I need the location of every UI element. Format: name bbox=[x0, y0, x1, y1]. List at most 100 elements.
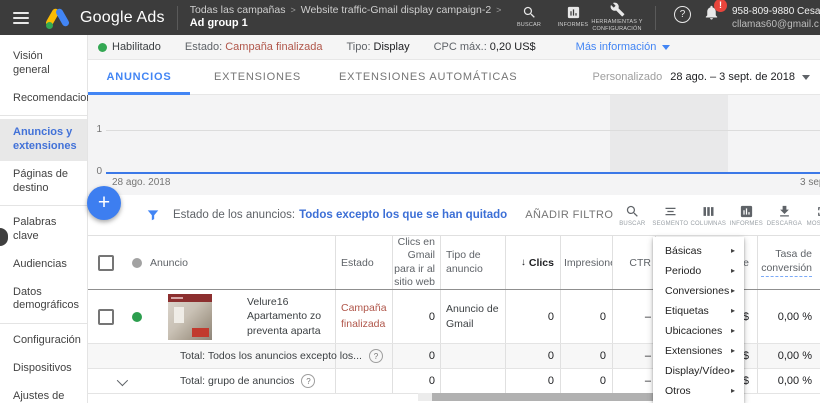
filter-icon[interactable] bbox=[146, 208, 160, 222]
chevron-expand-icon[interactable] bbox=[117, 375, 128, 386]
google-ads-logo-icon[interactable] bbox=[45, 7, 71, 29]
total-filtered-label-wrap: Total: Todos los anuncios excepto los...… bbox=[180, 349, 383, 363]
header-ctr[interactable]: CTR bbox=[612, 236, 655, 289]
x-label-start: 28 ago. 2018 bbox=[112, 177, 170, 188]
toolbar-search-button[interactable]: BUSCAR bbox=[613, 204, 651, 227]
tab-anuncios[interactable]: ANUNCIOS bbox=[88, 71, 190, 83]
toolbar-expand-button[interactable]: MOSTRAR bbox=[803, 204, 820, 227]
header-gmail-clics[interactable]: Clics en Gmail para ir al sitio web bbox=[392, 236, 440, 289]
menu-item-label: Periodo bbox=[665, 261, 701, 281]
submenu-arrow-icon: ▸ bbox=[731, 381, 735, 401]
ad-thumbnail-window bbox=[174, 307, 184, 323]
ad-gmail-clics-value: 0 bbox=[429, 311, 435, 323]
expand-icon bbox=[815, 204, 820, 219]
breadcrumb-all-campaigns[interactable]: Todas las campañas bbox=[190, 4, 286, 16]
toolbar-columns-label: COLUMNAS bbox=[691, 221, 727, 227]
menu-item-label: Conversiones bbox=[665, 281, 729, 301]
toolbar-reports-button[interactable]: INFORMES bbox=[727, 204, 765, 227]
menu-item-conversiones[interactable]: Conversiones▸ bbox=[653, 281, 744, 301]
account-info[interactable]: 958-809-9880 Cesar Llan cllamas60@gmail.… bbox=[732, 5, 820, 31]
tools-button[interactable]: HERRAMIENTAS Y CONFIGURACIÓN bbox=[595, 2, 643, 33]
notifications-button[interactable]: ! bbox=[703, 4, 720, 26]
header-estado[interactable]: Estado bbox=[335, 236, 392, 289]
tipo-pair: Tipo:Display bbox=[346, 41, 409, 53]
header-clics-sorted[interactable]: ↓Clics bbox=[505, 236, 560, 289]
sidebar-divider bbox=[0, 115, 87, 116]
header-impresiones[interactable]: Impresiones bbox=[560, 236, 612, 289]
toolbar-columns-button[interactable]: COLUMNAS bbox=[689, 204, 727, 227]
reports-button[interactable]: INFORMES bbox=[551, 5, 595, 29]
submenu-arrow-icon: ▸ bbox=[731, 341, 735, 361]
filter-bar: Estado de los anuncios:Todos excepto los… bbox=[88, 195, 820, 236]
help-circle-icon[interactable]: ? bbox=[369, 349, 383, 363]
y-tick-0: 0 bbox=[90, 166, 102, 177]
filter-value: Todos excepto los que se han quitado bbox=[299, 209, 507, 221]
toolbar-segment-button[interactable]: SEGMENTO bbox=[651, 204, 689, 227]
tab-extensiones-automaticas[interactable]: EXTENSIONES AUTOMÁTICAS bbox=[339, 71, 517, 83]
header-tasa-conversion[interactable]: Tasa de conversión bbox=[757, 236, 820, 289]
sidebar-item-recomendaciones[interactable]: Recomendaciones bbox=[0, 85, 87, 113]
date-range-value: 28 ago. – 3 sept. de 2018 bbox=[670, 71, 795, 83]
menu-icon[interactable] bbox=[13, 12, 29, 24]
add-filter-button[interactable]: AÑADIR FILTRO bbox=[525, 209, 613, 221]
select-all-checkbox[interactable] bbox=[98, 255, 114, 271]
menu-item-label: Ubicaciones bbox=[665, 321, 722, 341]
header-anuncio[interactable]: Anuncio bbox=[150, 236, 335, 289]
toolbar-download-button[interactable]: DESCARGA bbox=[765, 204, 803, 227]
tipo-label: Tipo: bbox=[346, 41, 370, 53]
ad-ctr-value: – bbox=[645, 311, 651, 323]
sidebar-item-palabras-clave[interactable]: Palabras clave bbox=[0, 209, 87, 251]
help-circle-icon[interactable]: ? bbox=[301, 374, 315, 388]
ad-tasa-value: 0,00 % bbox=[778, 311, 812, 323]
cpc-value: 0,20 US$ bbox=[490, 41, 536, 53]
ad-thumbnail-header bbox=[168, 294, 212, 302]
ad-thumbnail[interactable] bbox=[168, 294, 212, 340]
menu-item-basicas[interactable]: Básicas▸ bbox=[653, 241, 744, 261]
menu-item-etiquetas[interactable]: Etiquetas▸ bbox=[653, 301, 744, 321]
sidebar-item-paginas-destino[interactable]: Páginas de destino bbox=[0, 161, 87, 203]
sidebar-item-anuncios-extensiones[interactable]: Anuncios y extensiones bbox=[0, 119, 87, 161]
account-phone-name: 958-809-9880 Cesar Llan bbox=[732, 5, 820, 18]
columns-icon bbox=[701, 204, 716, 219]
topbar-actions: BUSCAR INFORMES HERRAMIENTAS Y CONFIGURA… bbox=[507, 2, 820, 33]
report-chart-icon bbox=[739, 204, 754, 219]
date-range-selector[interactable]: Personalizado 28 ago. – 3 sept. de 2018 bbox=[593, 71, 820, 83]
sidebar-item-dispositivos[interactable]: Dispositivos bbox=[0, 355, 87, 383]
total-filtered-impresiones: 0 bbox=[600, 350, 606, 362]
menu-item-periodo[interactable]: Periodo▸ bbox=[653, 261, 744, 281]
columns-menu: Básicas▸ Periodo▸ Conversiones▸ Etiqueta… bbox=[653, 237, 744, 403]
estado-value: Campaña finalizada bbox=[225, 41, 322, 53]
menu-item-ubicaciones[interactable]: Ubicaciones▸ bbox=[653, 321, 744, 341]
toolbar-download-label: DESCARGA bbox=[767, 221, 802, 227]
ad-name[interactable]: Velure16 Apartamento zo preventa aparta bbox=[247, 295, 329, 338]
menu-item-display-video[interactable]: Display/Vídeo▸ bbox=[653, 361, 744, 381]
sidebar-item-ajustes-puja[interactable]: Ajustes de puja avanzados bbox=[0, 383, 87, 403]
reports-label: INFORMES bbox=[558, 22, 589, 29]
product-name: Google Ads bbox=[80, 9, 165, 27]
total-adgroup-clics: 0 bbox=[548, 375, 554, 387]
breadcrumb-campaign[interactable]: Website traffic-Gmail display campaign-2 bbox=[301, 4, 491, 16]
tab-extensiones[interactable]: EXTENSIONES bbox=[214, 71, 301, 83]
breadcrumb: Todas las campañas > Website traffic-Gmail… bbox=[190, 4, 507, 31]
ad-tipo-value: Anuncio de Gmail bbox=[446, 302, 505, 330]
header-gmail-clics-label: Clics en Gmail para ir al sitio web bbox=[393, 236, 435, 289]
menu-item-otros[interactable]: Otros▸ bbox=[653, 381, 744, 401]
add-button[interactable]: + bbox=[87, 186, 121, 220]
sidebar-item-datos-demograficos[interactable]: Datos demográficos bbox=[0, 279, 87, 321]
help-icon[interactable]: ? bbox=[674, 6, 691, 23]
sidebar-item-vision-general[interactable]: Visión general bbox=[0, 43, 87, 85]
search-button[interactable]: BUSCAR bbox=[507, 5, 551, 29]
sidebar-item-configuracion[interactable]: Configuración bbox=[0, 327, 87, 355]
header-tipo-anuncio[interactable]: Tipo de anuncio bbox=[440, 236, 505, 289]
menu-item-extensiones[interactable]: Extensiones▸ bbox=[653, 341, 744, 361]
more-info-link[interactable]: Más información bbox=[576, 41, 671, 53]
breadcrumb-separator: > bbox=[496, 5, 501, 15]
notification-badge: ! bbox=[714, 0, 727, 12]
sidebar-item-audiencias[interactable]: Audiencias bbox=[0, 251, 87, 279]
cpc-pair: CPC máx.:0,20 US$ bbox=[434, 41, 536, 53]
header-clics-label: Clics bbox=[529, 257, 554, 269]
ad-enabled-dot-icon[interactable] bbox=[132, 312, 142, 322]
status-filter-chip[interactable]: Estado de los anuncios:Todos excepto los… bbox=[173, 209, 507, 221]
row-checkbox[interactable] bbox=[98, 309, 114, 325]
submenu-arrow-icon: ▸ bbox=[731, 241, 735, 261]
